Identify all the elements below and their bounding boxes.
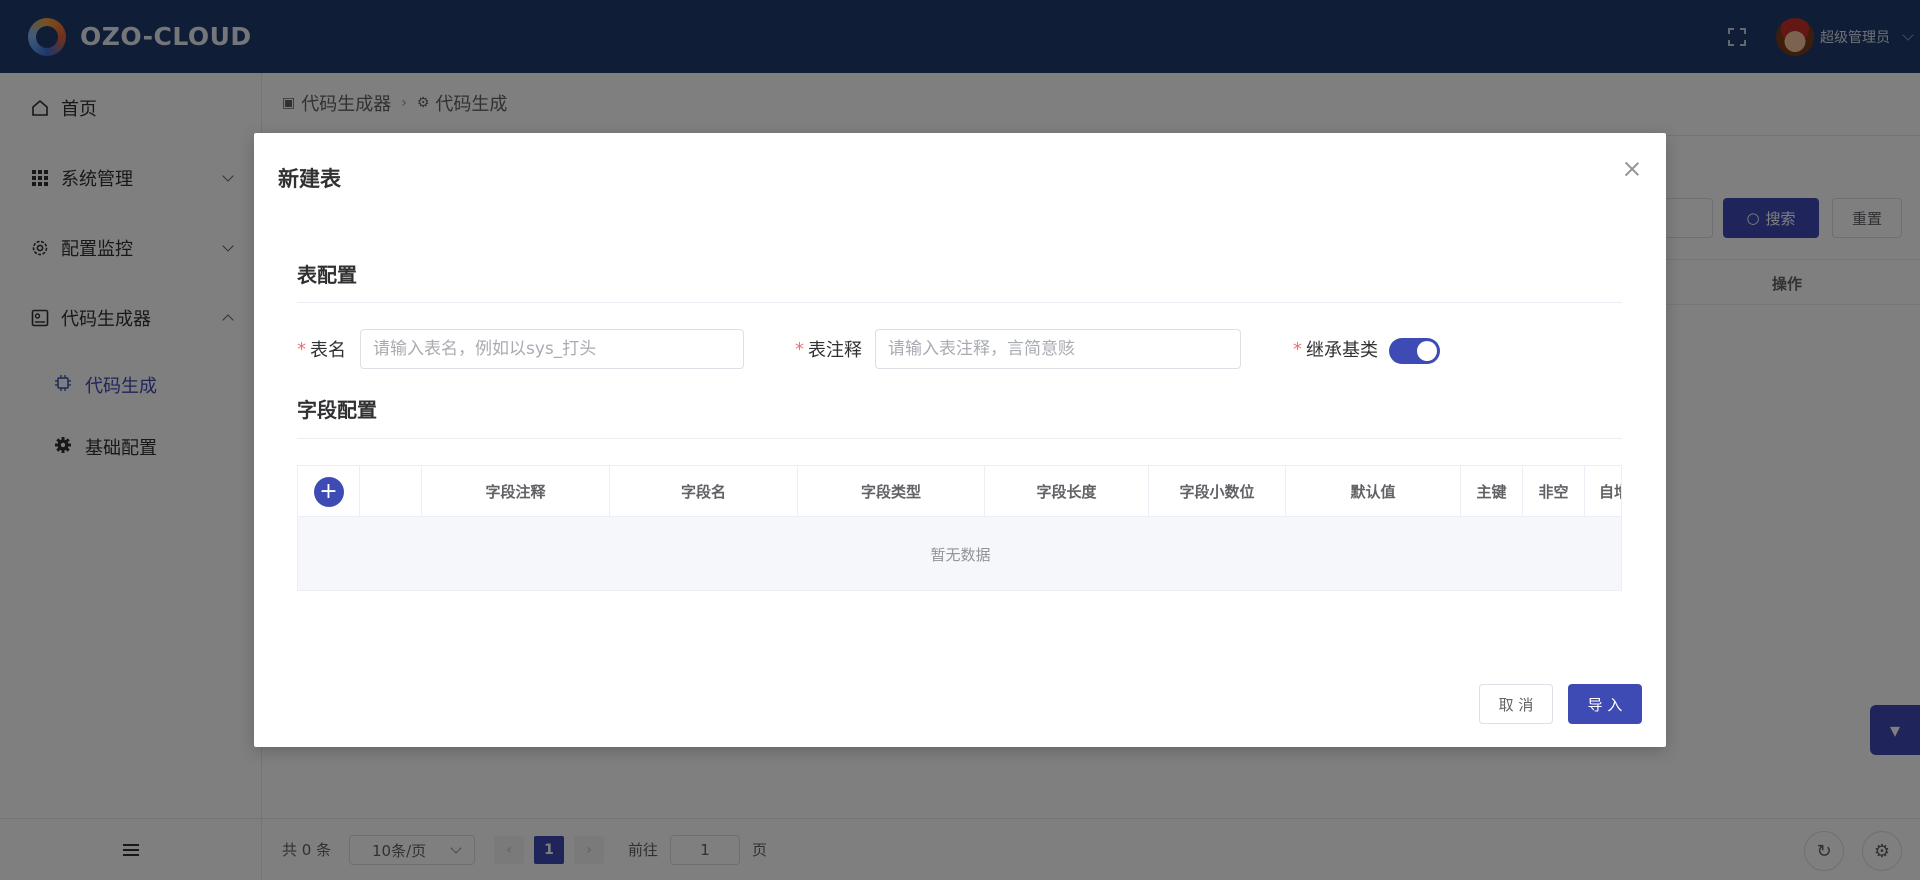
- import-button[interactable]: 导 入: [1568, 684, 1642, 724]
- divider: [297, 302, 1622, 303]
- close-icon[interactable]: [1622, 159, 1642, 179]
- column-header: 字段类型: [798, 466, 985, 517]
- column-header: 字段长度: [985, 466, 1149, 517]
- column-header-drag: [360, 466, 422, 517]
- required-mark: *: [795, 338, 804, 360]
- add-column-cell: +: [298, 466, 360, 517]
- table-comment-input[interactable]: [875, 329, 1241, 369]
- cancel-button[interactable]: 取 消: [1479, 684, 1553, 724]
- label-text: 表注释: [808, 340, 862, 361]
- label-text: 继承基类: [1306, 340, 1378, 361]
- column-header: 字段小数位: [1149, 466, 1286, 517]
- column-header: 自增: [1585, 466, 1621, 517]
- required-mark: *: [297, 338, 306, 360]
- table-name-input[interactable]: [360, 329, 744, 369]
- table-comment-label: * 表注释: [795, 329, 862, 369]
- column-header: 非空: [1523, 466, 1585, 517]
- plus-icon: +: [319, 478, 338, 504]
- column-header: 字段名: [610, 466, 798, 517]
- divider: [297, 438, 1622, 439]
- table-header: + 字段注释 字段名 字段类型 字段长度 字段小数位 默认值 主键 非空 自增: [298, 466, 1621, 517]
- add-row-button[interactable]: +: [313, 476, 344, 507]
- required-mark: *: [1293, 338, 1302, 360]
- dialog-title: 新建表: [278, 167, 341, 191]
- inherit-base-label: * 继承基类: [1293, 329, 1378, 369]
- section-title-table: 表配置: [297, 263, 357, 287]
- table-name-label: * 表名: [297, 329, 346, 369]
- new-table-dialog: 新建表 表配置 * 表名 * 表注释 * 继承基类 字段配置 + 字段注释 字段…: [254, 133, 1666, 747]
- column-header: 主键: [1461, 466, 1523, 517]
- empty-state: 暂无数据: [298, 517, 1621, 590]
- inherit-base-toggle[interactable]: [1389, 338, 1440, 364]
- section-title-fields: 字段配置: [297, 398, 377, 422]
- field-table: + 字段注释 字段名 字段类型 字段长度 字段小数位 默认值 主键 非空 自增 …: [297, 465, 1622, 591]
- column-header: 默认值: [1286, 466, 1461, 517]
- column-header: 字段注释: [422, 466, 610, 517]
- label-text: 表名: [310, 340, 346, 361]
